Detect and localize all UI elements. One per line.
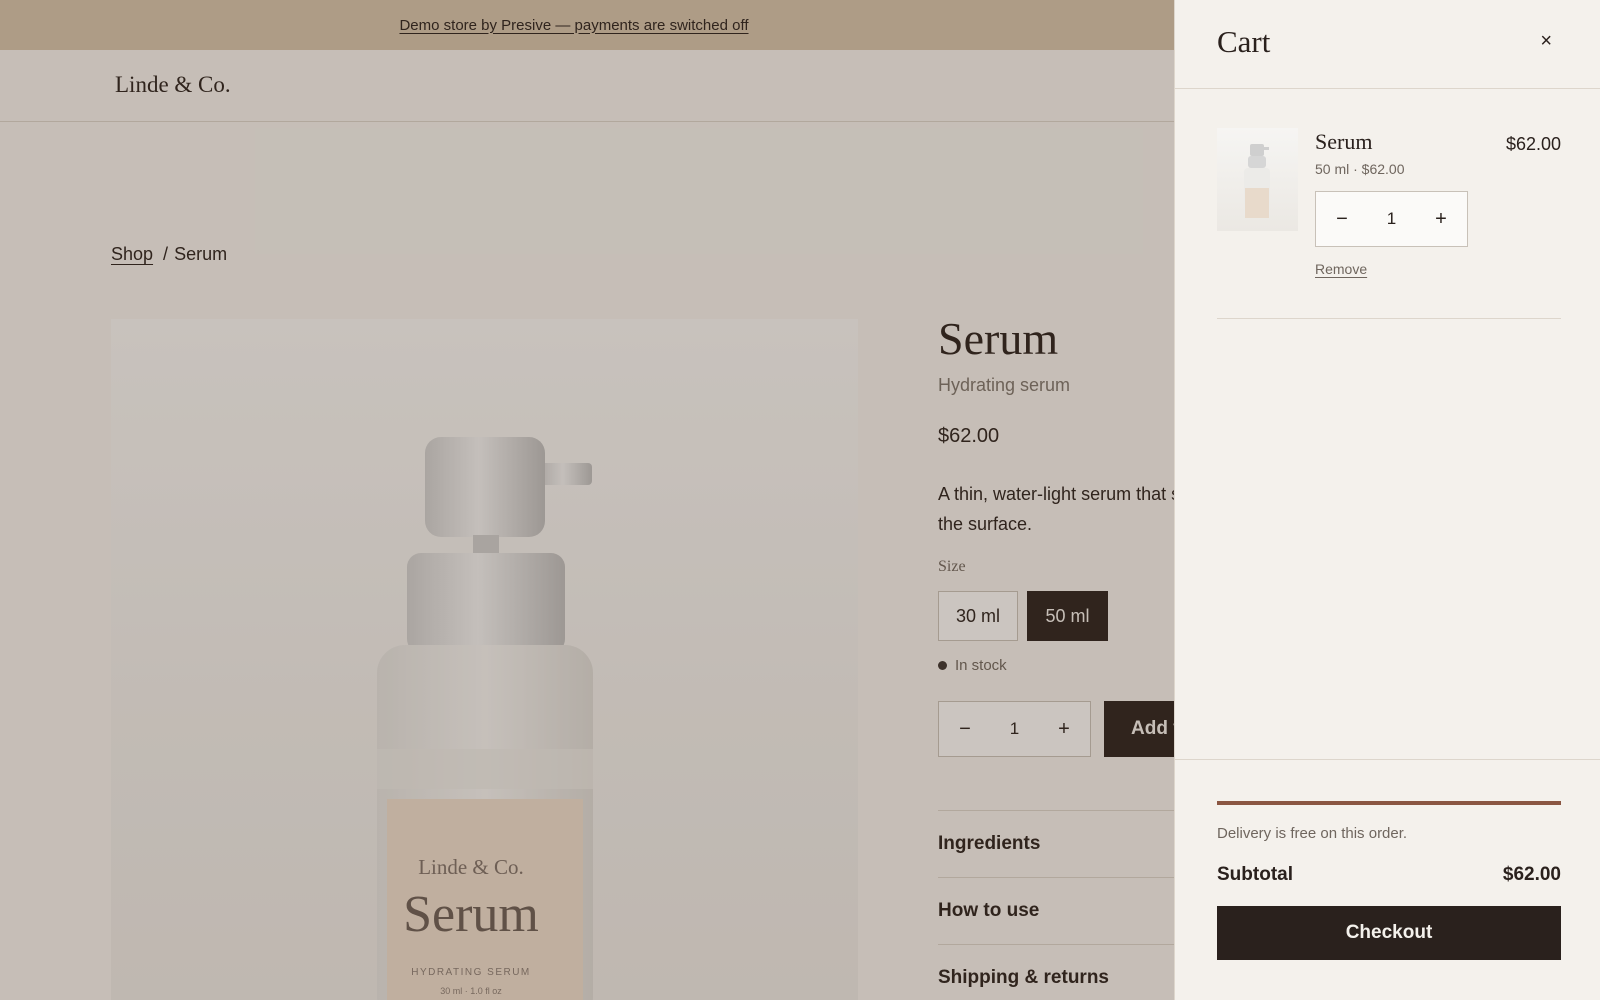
cart-item-meta: 50 ml · $62.00 [1315, 161, 1405, 177]
checkout-button[interactable]: Checkout [1217, 906, 1561, 960]
cart-increase-button[interactable]: + [1425, 203, 1457, 235]
page-overlay[interactable] [0, 0, 1174, 1000]
cart-remove-link[interactable]: Remove [1315, 261, 1367, 277]
cart-title: Cart [1217, 24, 1271, 59]
cart-line-item: Serum 50 ml · $62.00 $62.00 − 1 + Remove [1217, 128, 1561, 319]
cart-header: Cart × [1175, 0, 1600, 89]
subtotal-value: $62.00 [1502, 864, 1561, 885]
close-icon[interactable]: × [1540, 30, 1552, 53]
delivery-note: Delivery is free on this order. [1217, 825, 1408, 842]
cart-item-price: $62.00 [1505, 134, 1561, 154]
cart-item-name: Serum [1315, 129, 1373, 154]
subtotal-label: Subtotal [1217, 864, 1293, 885]
free-delivery-progress-fill [1217, 801, 1561, 805]
cart-drawer: Cart × Serum 50 ml · $62.00 $62.00 − 1 +… [1174, 0, 1600, 1000]
free-delivery-progress [1217, 801, 1561, 805]
cart-quantity-stepper: − 1 + [1315, 191, 1468, 247]
cart-item-thumbnail [1217, 128, 1298, 231]
cart-footer: Delivery is free on this order. Subtotal… [1175, 759, 1600, 1000]
cart-quantity-value[interactable]: 1 [1387, 209, 1396, 229]
cart-thumbnail-bottle [1244, 144, 1270, 218]
cart-decrease-button[interactable]: − [1326, 203, 1358, 235]
